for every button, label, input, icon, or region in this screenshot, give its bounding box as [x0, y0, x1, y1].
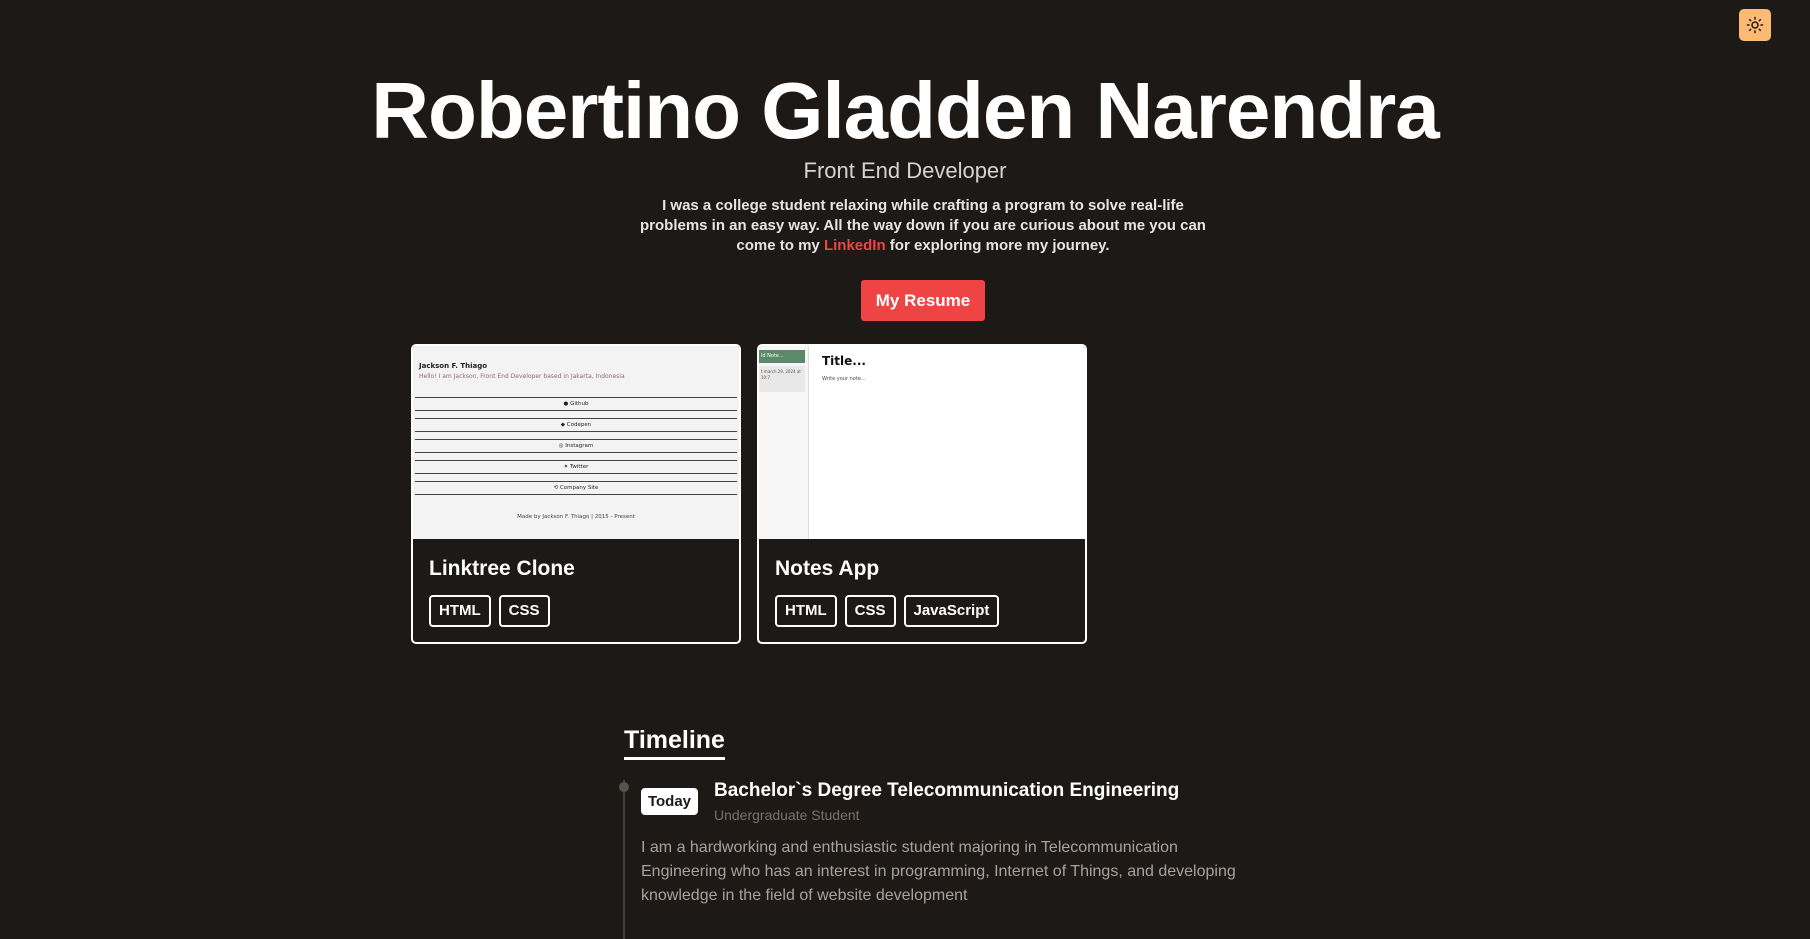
card-body: Linktree Clone HTML CSS — [413, 539, 739, 642]
hero-name: Robertino Gladden Narendra — [371, 66, 1439, 155]
timeline-item-title: Bachelor`s Degree Telecommunication Engi… — [714, 780, 1180, 801]
tag-list: HTML CSS — [429, 595, 723, 627]
tech-tag: JavaScript — [903, 595, 1000, 627]
hero-role: Front End Developer — [803, 158, 1007, 183]
preview-footer: Made by Jackson F. Thiago | 2015 - Prese… — [517, 514, 635, 520]
project-preview-image: Jackson F. Thiago Hello! I am Jackson, F… — [413, 346, 739, 539]
project-card-notes-app[interactable]: ld Note... t march 29, 2024 at 10:7 Titl… — [757, 344, 1087, 644]
sun-icon — [1746, 16, 1764, 34]
tech-tag: HTML — [429, 595, 491, 627]
preview-note-title: Title... — [822, 354, 866, 368]
timeline-dot — [619, 782, 629, 792]
project-title: Notes App — [775, 557, 880, 580]
resume-button[interactable]: My Resume — [861, 280, 985, 321]
preview-link: ⟲ Company Site — [415, 481, 737, 495]
preview-note-item: t march 29, 2024 at 10:7 — [759, 366, 805, 392]
tech-tag: CSS — [498, 595, 550, 627]
timeline-heading: Timeline — [624, 725, 725, 760]
project-preview-image: ld Note... t march 29, 2024 at 10:7 Titl… — [759, 346, 1085, 539]
bio-text-end: for exploring more my journey. — [885, 237, 1110, 254]
portfolio-page: Robertino Gladden Narendra Front End Dev… — [0, 0, 1810, 939]
preview-link: ✦ Twitter — [415, 460, 737, 474]
tech-tag: CSS — [844, 595, 896, 627]
preview-link: ◎ Instagram — [415, 439, 737, 453]
timeline-line — [623, 780, 625, 939]
timeline-item-description: I am a hardworking and enthusiastic stud… — [641, 839, 1236, 904]
timeline-item-subtitle: Undergraduate Student — [714, 807, 860, 823]
preview-sidebar-head: ld Note... — [759, 350, 805, 363]
tech-tag: HTML — [775, 595, 837, 627]
timeline-badge: Today — [641, 788, 698, 815]
theme-toggle-button[interactable] — [1739, 9, 1771, 41]
tag-list: HTML CSS JavaScript — [775, 595, 1069, 627]
project-card-linktree-clone[interactable]: Jackson F. Thiago Hello! I am Jackson, F… — [411, 344, 741, 644]
hero-bio: I was a college student relaxing while c… — [630, 196, 1216, 256]
preview-link: ● Github — [415, 397, 737, 411]
preview-note-text: Write your note... — [822, 376, 866, 382]
linkedin-link[interactable]: LinkedIn — [824, 237, 886, 254]
preview-name: Jackson F. Thiago — [419, 362, 488, 370]
card-body: Notes App HTML CSS JavaScript — [759, 539, 1085, 642]
preview-link: ◆ Codepen — [415, 418, 737, 432]
project-title: Linktree Clone — [429, 557, 575, 580]
preview-subtitle: Hello! I am Jackson, Front End Developer… — [419, 373, 625, 380]
preview-sidebar: ld Note... t march 29, 2024 at 10:7 — [759, 346, 809, 539]
